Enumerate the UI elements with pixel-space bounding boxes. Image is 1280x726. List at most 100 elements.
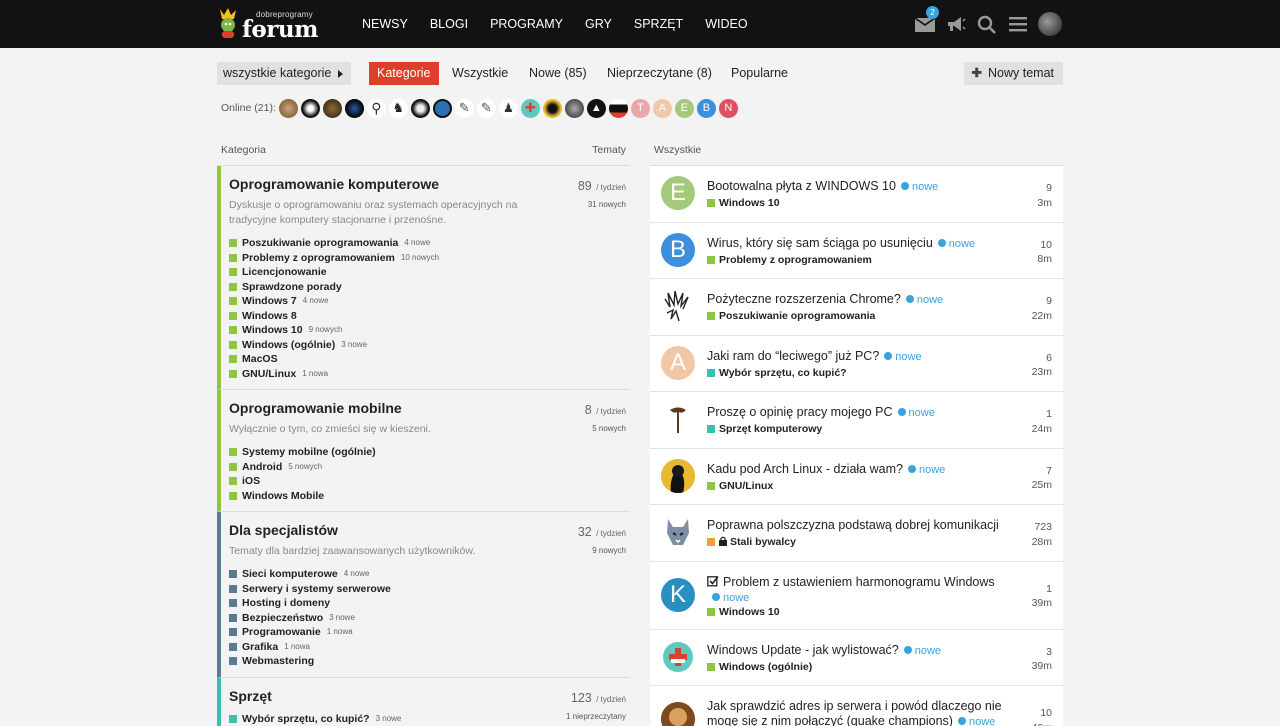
subcategory-item[interactable]: Android 5 nowych [229, 460, 630, 475]
topic-category[interactable]: Sprzęt komputerowy [707, 423, 822, 435]
topic-title[interactable]: Pożyteczne rozszerzenia Chrome? nowe [707, 292, 1032, 308]
subcategory-item[interactable]: Hosting i domeny [229, 596, 630, 611]
subcategory-item[interactable]: Windows (ogólnie) 3 nowe [229, 338, 630, 353]
nav-gry[interactable]: GRY [574, 0, 623, 48]
subcategory-item[interactable]: Licencjonowanie [229, 265, 630, 280]
topic-category[interactable]: Windows (ogólnie) [707, 661, 812, 673]
tab-wszystkie[interactable]: Wszystkie [444, 62, 516, 85]
topic-category[interactable]: Poszukiwanie oprogramowania [707, 310, 875, 322]
new-topic-button[interactable]: ✚ Nowy temat [963, 62, 1063, 85]
subcategory-item[interactable]: Grafika 1 nowa [229, 640, 630, 655]
subcategory-item[interactable]: Problemy z oprogramowaniem 10 nowych [229, 251, 630, 266]
topic-category[interactable]: Problemy z oprogramowaniem [707, 254, 872, 266]
topic-title[interactable]: Jak sprawdzić adres ip serwera i powód d… [707, 699, 1032, 726]
subcategory-item[interactable]: Windows 8 [229, 309, 630, 324]
online-avatar[interactable]: ✚ [520, 98, 540, 118]
topic-author-avatar[interactable]: A [661, 345, 695, 380]
topic-row[interactable]: E Bootowalna płyta z WINDOWS 10 nowe Window… [650, 166, 1063, 223]
topic-author-avatar[interactable]: K [661, 577, 695, 612]
subcategory-item[interactable]: Sieci komputerowe 4 nowe [229, 567, 630, 582]
online-avatar[interactable] [432, 98, 452, 118]
topic-row[interactable]: Proszę o opinię pracy mojego PC nowe Sprzę… [650, 392, 1063, 449]
search-icon[interactable] [976, 14, 997, 35]
subcategory-item[interactable]: MacOS [229, 352, 630, 367]
topic-title[interactable]: Jaki ram do “leciwego” już PC? nowe [707, 349, 1032, 365]
online-avatar[interactable]: ♟ [498, 98, 518, 118]
subcategory-item[interactable]: iOS [229, 474, 630, 489]
online-avatar-letter[interactable]: N [718, 98, 738, 118]
topic-author-avatar[interactable] [661, 515, 695, 549]
subcategory-item[interactable]: Programowanie 1 nowa [229, 625, 630, 640]
online-avatar-letter[interactable]: E [674, 98, 694, 118]
subcategory-item[interactable]: GNU/Linux 1 nowa [229, 367, 630, 382]
topic-category[interactable]: Windows 10 [707, 197, 780, 209]
topic-author-avatar[interactable] [661, 639, 695, 674]
topic-row[interactable]: K Problem z ustawieniem harmonogramu Wind… [650, 562, 1063, 630]
online-avatar-letter[interactable]: A [652, 98, 672, 118]
subcategory-item[interactable]: Systemy mobilne (ogólnie) [229, 445, 630, 460]
topic-row[interactable]: Kadu pod Arch Linux - działa wam? nowe GNU… [650, 449, 1063, 505]
user-avatar[interactable] [1038, 12, 1062, 36]
topic-row[interactable]: A Jaki ram do “leciwego” już PC? nowe Wybór… [650, 336, 1063, 392]
nav-newsy[interactable]: NEWSY [351, 0, 419, 48]
subcategory-item[interactable]: Poszukiwanie oprogramowania 4 nowe [229, 236, 630, 251]
topic-title[interactable]: Kadu pod Arch Linux - działa wam? nowe [707, 462, 1032, 478]
online-avatar[interactable]: ✎ [454, 98, 474, 118]
topic-category[interactable]: Stali bywalcy [707, 536, 796, 548]
category-dropdown[interactable]: wszystkie kategorie [217, 62, 352, 85]
topic-category[interactable]: GNU/Linux [707, 480, 773, 492]
topic-row[interactable]: Pożyteczne rozszerzenia Chrome? nowe Poszu… [650, 279, 1063, 336]
topic-title[interactable]: Proszę o opinię pracy mojego PC nowe [707, 405, 1032, 421]
online-avatar-letter[interactable]: T [630, 98, 650, 118]
topic-author-avatar[interactable]: B [661, 232, 695, 267]
subcategory-item[interactable]: Serwery i systemy serwerowe [229, 582, 630, 597]
nav-wideo[interactable]: WIDEO [694, 0, 758, 48]
category-title[interactable]: Oprogramowanie mobilne [229, 400, 630, 416]
online-avatar[interactable]: ▲ [586, 98, 606, 118]
online-avatar[interactable] [564, 98, 584, 118]
topic-row[interactable]: Windows Update - jak wylistować? nowe Wind… [650, 630, 1063, 686]
topic-author-avatar[interactable] [661, 289, 695, 323]
topic-author-avatar[interactable] [661, 458, 695, 493]
topic-author-avatar[interactable] [661, 402, 695, 436]
topic-category[interactable]: Windows 10 [707, 606, 780, 618]
topic-row[interactable]: B Wirus, który się sam ściąga po usunięci… [650, 223, 1063, 279]
forum-logo[interactable]: dobreprogramy fɵrum [216, 7, 320, 43]
subcategory-item[interactable]: Webmastering [229, 654, 630, 669]
mail-icon[interactable]: 2 [914, 5, 939, 35]
topic-category[interactable]: Wybór sprzętu, co kupić? [707, 367, 847, 379]
online-avatar[interactable]: ⚲ [366, 98, 386, 118]
category-title[interactable]: Dla specjalistów [229, 522, 630, 538]
nav-sprzet[interactable]: SPRZĘT [623, 0, 694, 48]
topic-title[interactable]: Problem z ustawieniem harmonogramu Windo… [707, 575, 1032, 606]
online-avatar[interactable]: ♞ [388, 98, 408, 118]
online-avatar[interactable] [344, 98, 364, 118]
topic-author-avatar[interactable] [661, 702, 695, 726]
subcategory-item[interactable]: Windows 7 4 nowe [229, 294, 630, 309]
topic-title[interactable]: Windows Update - jak wylistować? nowe [707, 643, 1032, 659]
tab-kategorie[interactable]: Kategorie [369, 62, 439, 85]
online-avatar[interactable] [410, 98, 430, 118]
topic-row[interactable]: Poprawna polszczyzna podstawą dobrej kom… [650, 505, 1063, 562]
megaphone-icon[interactable] [945, 14, 966, 35]
subcategory-item[interactable]: Sprawdzone porady [229, 280, 630, 295]
subcategory-item[interactable]: Windows 10 9 nowych [229, 323, 630, 338]
topic-title[interactable]: Bootowalna płyta z WINDOWS 10 nowe [707, 179, 1032, 195]
subcategory-item[interactable]: Bezpieczeństwo 3 nowe [229, 611, 630, 626]
nav-programy[interactable]: PROGRAMY [479, 0, 574, 48]
tab-nowe[interactable]: Nowe (85) [521, 62, 595, 85]
topic-title[interactable]: Wirus, który się sam ściąga po usunięciu… [707, 236, 1032, 252]
menu-icon[interactable] [1007, 14, 1028, 35]
topic-row[interactable]: Jak sprawdzić adres ip serwera i powód d… [650, 686, 1063, 726]
online-avatar[interactable]: ✎ [476, 98, 496, 118]
tab-nieprzeczytane[interactable]: Nieprzeczytane (8) [599, 62, 720, 85]
topic-author-avatar[interactable]: E [661, 176, 695, 210]
topic-title[interactable]: Poprawna polszczyzna podstawą dobrej kom… [707, 518, 1032, 533]
subcategory-item[interactable]: Windows Mobile [229, 489, 630, 504]
category-title[interactable]: Oprogramowanie komputerowe [229, 176, 630, 192]
tab-popularne[interactable]: Popularne [723, 62, 796, 85]
online-avatar-letter[interactable]: B [696, 98, 716, 118]
online-avatar[interactable] [278, 98, 298, 118]
online-avatar[interactable] [300, 98, 320, 118]
nav-blogi[interactable]: BLOGI [419, 0, 479, 48]
